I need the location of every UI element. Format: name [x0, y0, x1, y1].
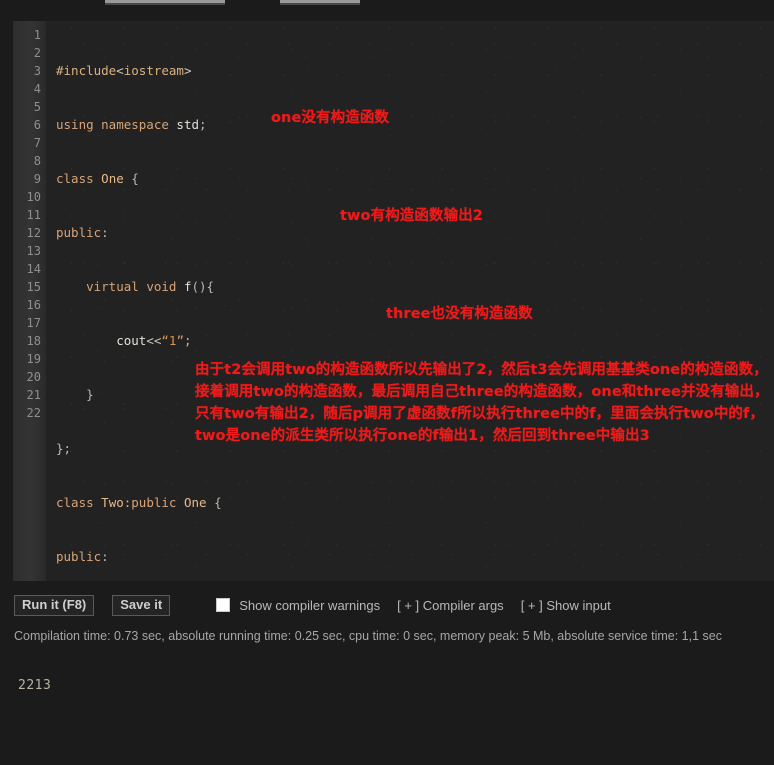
annotation-one: one没有构造函数 — [271, 110, 390, 126]
controls-bar: Run it (F8) Save it Show compiler warnin… — [0, 592, 774, 618]
line-number: 3 — [33, 64, 41, 78]
code-line: class One { — [56, 171, 139, 186]
code-line: virtual void f(){ — [86, 279, 215, 294]
program-output-panel: 2213 — [0, 662, 774, 765]
line-number: 5 — [33, 100, 41, 114]
line-number: 14 — [26, 262, 41, 276]
compilation-status-line: Compilation time: 0.73 sec, absolute run… — [14, 629, 722, 643]
line-number: 4 — [33, 82, 41, 96]
line-number: 13 — [26, 244, 41, 258]
toolbar-strip-left-shadow — [105, 3, 225, 5]
line-number: 17 — [26, 316, 41, 330]
plus-icon: [ + ] — [520, 597, 543, 613]
program-output-text: 2213 — [18, 678, 52, 693]
line-number: 1 — [33, 28, 41, 42]
line-number: 15 — [26, 280, 41, 294]
line-number: 10 — [26, 190, 41, 204]
code-line: public: — [56, 549, 109, 564]
line-number: 8 — [33, 154, 41, 168]
line-number: 19 — [26, 352, 41, 366]
save-button[interactable]: Save it — [112, 594, 171, 616]
line-number: 7 — [33, 136, 41, 150]
line-number: 21 — [26, 388, 41, 402]
app-root: 1 2 3 4 5 6 7 8 9 10 11 12 13 14 15 16 17 18 19 20 21 22 #inc… — [0, 0, 774, 765]
compiler-args-label: Compiler args — [422, 597, 504, 613]
code-editor-panel[interactable]: 1 2 3 4 5 6 7 8 9 10 11 12 13 14 15 16 17 18 19 20 21 22 #inc… — [13, 21, 774, 581]
code-line: cout<<“1”; — [116, 333, 192, 348]
line-number: 22 — [26, 406, 41, 420]
line-number: 6 — [33, 118, 41, 132]
run-button[interactable]: Run it (F8) — [14, 594, 95, 616]
annotation-three: three也没有构造函数 — [386, 306, 533, 322]
annotation-two: two有构造函数输出2 — [340, 208, 483, 224]
line-number: 11 — [26, 208, 41, 222]
toolbar-strip-right-shadow — [280, 3, 360, 5]
code-line: #include<iostream> — [56, 63, 192, 78]
show-compiler-warnings-label: Show compiler warnings — [239, 597, 381, 613]
line-number: 20 — [26, 370, 41, 384]
line-number-column: 1 2 3 4 5 6 7 8 9 10 11 12 13 14 15 16 17 18 19 20 21 22 — [13, 26, 46, 422]
plus-icon: [ + ] — [397, 597, 420, 613]
code-line: class Two:public One { — [56, 495, 222, 510]
compiler-args-expander[interactable]: [ + ] Compiler args — [397, 598, 504, 613]
line-number: 2 — [33, 46, 41, 60]
annotation-explanation: 由于t2会调用two的构造函数所以先输出了2，然后t3会先调用基基类one的构造… — [195, 362, 769, 444]
show-input-label: Show input — [546, 597, 611, 613]
show-compiler-warnings-checkbox[interactable] — [216, 598, 231, 612]
code-line: using namespace std; — [56, 117, 207, 132]
line-number: 12 — [26, 226, 41, 240]
line-number: 9 — [33, 172, 41, 186]
line-number: 16 — [26, 298, 41, 312]
line-number: 18 — [26, 334, 41, 348]
show-input-expander[interactable]: [ + ] Show input — [521, 598, 611, 613]
